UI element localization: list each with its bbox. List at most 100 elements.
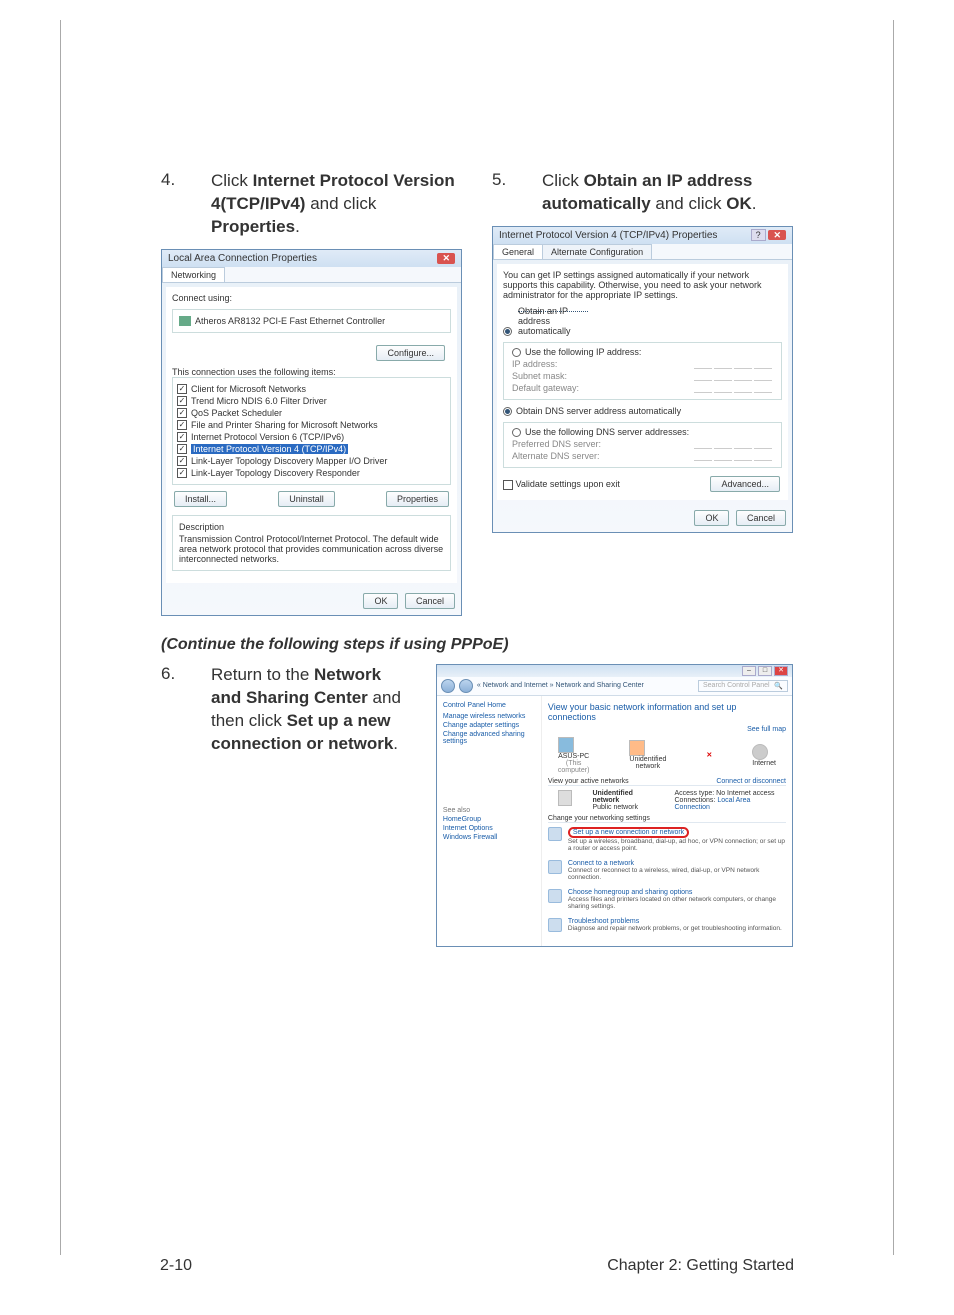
list-item-selected[interactable]: Internet Protocol Version 4 (TCP/IPv4) xyxy=(191,444,348,454)
homegroup-link[interactable]: Choose homegroup and sharing options xyxy=(568,889,693,896)
step5-num: 5. xyxy=(492,170,542,216)
active-networks-h: View your active networks xyxy=(548,778,629,785)
checkbox-icon[interactable]: ✓ xyxy=(177,420,187,430)
tab-alternate[interactable]: Alternate Configuration xyxy=(542,244,652,259)
network-icon xyxy=(629,740,645,756)
pref-dns-label: Preferred DNS server: xyxy=(512,439,622,449)
obtain-dns-auto-label: Obtain DNS server address automatically xyxy=(516,406,681,416)
setup-connection-link[interactable]: Set up a new connection or network xyxy=(573,829,684,836)
sidebar-link[interactable]: Manage wireless networks xyxy=(443,713,535,720)
cp-heading: View your basic network information and … xyxy=(548,702,786,722)
checkbox-icon[interactable]: ✓ xyxy=(177,456,187,466)
adapter-icon xyxy=(179,316,191,326)
breadcrumb[interactable]: « Network and Internet » Network and Sha… xyxy=(477,682,644,689)
close-icon[interactable]: ✕ xyxy=(768,230,786,240)
list-item: Link-Layer Topology Discovery Responder xyxy=(191,468,360,478)
access-label: Access type: xyxy=(675,790,715,797)
use-dns-label: Use the following DNS server addresses: xyxy=(525,427,689,437)
access-value: No Internet access xyxy=(716,790,774,797)
radio-use-dns[interactable] xyxy=(512,428,521,437)
checkbox-icon[interactable]: ✓ xyxy=(177,396,187,406)
see-also-link[interactable]: HomeGroup xyxy=(443,816,535,823)
properties-button[interactable]: Properties xyxy=(386,491,449,507)
map-pc-sub: (This computer) xyxy=(558,760,590,774)
map-net: Unidentified network xyxy=(629,756,666,770)
list-item: QoS Packet Scheduler xyxy=(191,408,282,418)
description-text: Transmission Control Protocol/Internet P… xyxy=(179,534,444,564)
configure-button[interactable]: Configure... xyxy=(376,345,445,361)
page-number: 2-10 xyxy=(160,1257,192,1275)
close-icon[interactable]: ✕ xyxy=(774,666,788,676)
continue-note: (Continue the following steps if using P… xyxy=(161,636,793,654)
cancel-button[interactable]: Cancel xyxy=(736,510,786,526)
disconnect-x-icon: ✕ xyxy=(706,751,712,759)
map-pc: ASUS-PC xyxy=(558,753,590,760)
connect-disconnect-link[interactable]: Connect or disconnect xyxy=(716,778,786,785)
checkbox-icon[interactable]: ✓ xyxy=(177,408,187,418)
change-settings-h: Change your networking settings xyxy=(548,815,786,823)
dlg2-title: Internet Protocol Version 4 (TCP/IPv4) P… xyxy=(499,230,717,241)
description-header: Description xyxy=(179,522,444,532)
install-button[interactable]: Install... xyxy=(174,491,227,507)
uninstall-button[interactable]: Uninstall xyxy=(278,491,335,507)
setup-connection-desc: Set up a wireless, broadband, dial-up, a… xyxy=(568,838,786,852)
radio-use-ip[interactable] xyxy=(512,348,521,357)
search-icon: 🔍 xyxy=(774,682,783,690)
dlg1-title: Local Area Connection Properties xyxy=(168,253,317,264)
checkbox-icon[interactable]: ✓ xyxy=(177,432,187,442)
connection-items-list[interactable]: ✓Client for Microsoft Networks ✓Trend Mi… xyxy=(172,377,451,485)
homegroup-icon xyxy=(548,889,562,903)
advanced-button[interactable]: Advanced... xyxy=(710,476,780,492)
forward-icon[interactable] xyxy=(459,679,473,693)
alt-dns-label: Alternate DNS server: xyxy=(512,451,622,461)
back-icon[interactable] xyxy=(441,679,455,693)
search-input[interactable]: Search Control Panel🔍 xyxy=(698,680,788,692)
list-item: Link-Layer Topology Discovery Mapper I/O… xyxy=(191,456,387,466)
step4-num: 4. xyxy=(161,170,211,239)
see-also-link[interactable]: Internet Options xyxy=(443,825,535,832)
sidebar-link[interactable]: Change adapter settings xyxy=(443,722,535,729)
see-also-link[interactable]: Windows Firewall xyxy=(443,834,535,841)
help-icon[interactable]: ? xyxy=(751,229,766,241)
checkbox-icon[interactable]: ✓ xyxy=(177,468,187,478)
checkbox-icon[interactable]: ✓ xyxy=(177,444,187,454)
tab-networking[interactable]: Networking xyxy=(162,267,225,282)
network-sharing-center-window: – □ ✕ « Network and Internet » Network a… xyxy=(436,664,793,947)
ok-button[interactable]: OK xyxy=(363,593,398,609)
pc-icon xyxy=(558,737,574,753)
validate-label: Validate settings upon exit xyxy=(516,479,620,489)
checkbox-icon[interactable]: ✓ xyxy=(177,384,187,394)
cp-home-link[interactable]: Control Panel Home xyxy=(443,702,535,709)
maximize-icon[interactable]: □ xyxy=(758,666,772,676)
minimize-icon[interactable]: – xyxy=(742,666,756,676)
obtain-ip-auto-label: Obtain an IP address automatically xyxy=(518,306,571,336)
ipv4-properties-dialog: Internet Protocol Version 4 (TCP/IPv4) P… xyxy=(492,226,793,534)
radio-auto-dns[interactable] xyxy=(503,407,512,416)
troubleshoot-link[interactable]: Troubleshoot problems xyxy=(568,918,639,925)
connect-network-icon xyxy=(548,860,562,874)
connect-network-link[interactable]: Connect to a network xyxy=(568,860,634,867)
step6-num: 6. xyxy=(161,664,211,756)
list-item: File and Printer Sharing for Microsoft N… xyxy=(191,420,378,430)
sidebar-link[interactable]: Change advanced sharing settings xyxy=(443,731,535,745)
list-item: Internet Protocol Version 6 (TCP/IPv6) xyxy=(191,432,344,442)
adapter-name: Atheros AR8132 PCI-E Fast Ethernet Contr… xyxy=(195,316,385,326)
step4-text: Click Internet Protocol Version 4(TCP/IP… xyxy=(211,170,462,239)
connect-network-desc: Connect or reconnect to a wireless, wire… xyxy=(568,867,786,881)
troubleshoot-icon xyxy=(548,918,562,932)
step6-text: Return to the Network and Sharing Center… xyxy=(211,664,416,756)
close-icon[interactable]: ✕ xyxy=(437,253,455,264)
radio-auto-ip[interactable] xyxy=(503,327,512,336)
connections-label: Connections: xyxy=(675,797,716,804)
step5-text: Click Obtain an IP address automatically… xyxy=(542,170,793,216)
uses-label: This connection uses the following items… xyxy=(172,367,451,377)
tab-general[interactable]: General xyxy=(493,244,543,259)
ok-button[interactable]: OK xyxy=(694,510,729,526)
cancel-button[interactable]: Cancel xyxy=(405,593,455,609)
connect-using-label: Connect using: xyxy=(172,293,451,303)
ip-address-label: IP address: xyxy=(512,359,622,369)
see-full-map-link[interactable]: See full map xyxy=(747,726,786,733)
internet-icon xyxy=(752,744,768,760)
lan-properties-dialog: Local Area Connection Properties ✕ Netwo… xyxy=(161,249,462,616)
validate-checkbox[interactable] xyxy=(503,480,513,490)
